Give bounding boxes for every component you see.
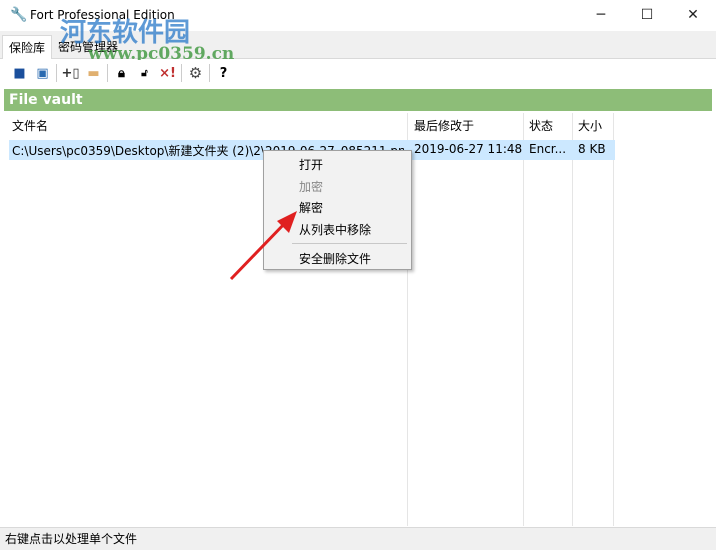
toolbar: ■ ▣ +▯ ▬ 🔒︎ 🔓︎ ×! ⚙ ? [0,60,716,86]
annotation-arrow [229,211,297,281]
close-button[interactable]: ✕ [670,0,716,31]
settings-icon[interactable]: ⚙ [184,62,207,84]
remove-icon[interactable]: ×! [156,62,179,84]
divider [107,64,108,82]
save-icon[interactable]: ■ [8,62,31,84]
column-divider [408,113,524,526]
column-header-size[interactable]: 大小 [578,117,602,134]
file-modified: 2019-06-27 11:48 [414,142,523,156]
open-vault-icon[interactable]: ▣ [31,62,54,84]
help-icon[interactable]: ? [212,62,235,84]
column-header-name[interactable]: 文件名 [12,117,48,134]
column-header-modified[interactable]: 最后修改于 [414,117,474,134]
file-status: Encr... [529,142,567,156]
menu-item-remove-from-list[interactable]: 从列表中移除 [299,221,371,238]
tab-vault[interactable]: 保险库 [2,35,53,59]
status-bar: 右键点击以处理单个文件 [0,527,716,550]
unlock-icon[interactable]: 🔓︎ [133,62,156,84]
maximize-button[interactable]: ☐ [624,0,670,31]
minimize-button[interactable]: ─ [578,0,624,31]
menu-item-encrypt: 加密 [299,180,324,194]
menu-separator [292,243,407,244]
divider [56,64,57,82]
menu-item-open[interactable]: 打开 [299,156,323,173]
divider [209,64,210,82]
menu-item-secure-delete[interactable]: 安全删除文件 [299,250,371,267]
file-size: 8 KB [578,142,606,156]
add-file-icon[interactable]: +▯ [59,62,82,84]
divider [181,64,182,82]
column-divider [524,113,573,526]
folder-icon[interactable]: ▬ [82,62,105,84]
app-icon: 🔧 [10,7,28,23]
column-header-status[interactable]: 状态 [529,117,553,134]
vault-header: File vault [4,89,712,111]
lock-icon[interactable]: 🔒︎ [110,62,133,84]
column-divider [573,113,614,526]
